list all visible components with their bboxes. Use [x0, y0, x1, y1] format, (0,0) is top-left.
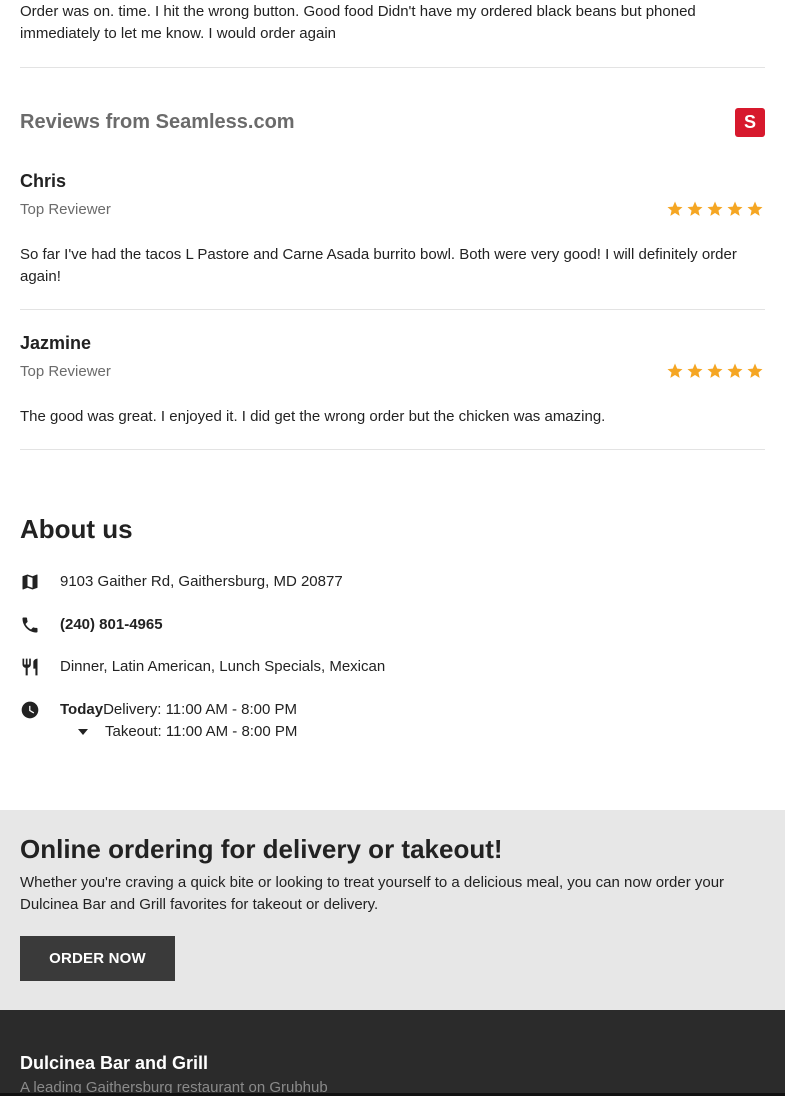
order-description: Whether you're craving a quick bite or l… [20, 874, 725, 913]
divider [20, 449, 765, 450]
previous-review: Order was on. time. I hit the wrong butt… [20, 0, 765, 45]
hours-day-label: Today [60, 701, 104, 718]
star-icon [685, 362, 705, 380]
review-text: The good was great. I enjoyed it. I did … [20, 408, 606, 425]
reviewer-name: Jazmine [20, 333, 92, 353]
takeout-hours: Takeout: 11:00 AM - 8:00 PM [105, 723, 298, 740]
order-now-button[interactable]: ORDER NOW [20, 936, 175, 981]
seamless-logo-icon: S [735, 108, 765, 137]
footer-restaurant-name: Dulcinea Bar and Grill [20, 1053, 209, 1073]
star-icon [665, 362, 685, 380]
star-rating [665, 362, 765, 380]
reviewer-badge: Top Reviewer [20, 200, 111, 218]
phone-row: (240) 801-4965 [20, 614, 765, 636]
review-item: Jazmine Top Reviewer The good was great.… [20, 332, 765, 428]
divider [20, 309, 765, 310]
hours-row: Today Delivery: 11:00 AM - 8:00 PM Takeo… [20, 699, 765, 743]
reviewer-badge: Top Reviewer [20, 362, 111, 380]
clock-icon [20, 699, 60, 721]
star-rating [665, 200, 765, 218]
star-icon [725, 362, 745, 380]
map-icon [20, 571, 60, 593]
about-title: About us [20, 514, 133, 544]
review-item: Chris Top Reviewer So far I've had the t… [20, 170, 765, 288]
utensils-icon [20, 656, 60, 678]
order-online-section: Online ordering for delivery or takeout!… [0, 810, 785, 1010]
star-icon [685, 200, 705, 218]
phone-icon [20, 614, 60, 636]
cuisine-row: Dinner, Latin American, Lunch Specials, … [20, 656, 765, 678]
star-icon [705, 362, 725, 380]
order-title: Online ordering for delivery or takeout! [20, 834, 503, 864]
star-icon [665, 200, 685, 218]
star-icon [745, 362, 765, 380]
review-text: Order was on. time. I hit the wrong butt… [20, 3, 696, 42]
star-icon [725, 200, 745, 218]
reviews-source-title: Reviews from Seamless.com [20, 111, 295, 133]
reviews-source-header: Reviews from Seamless.com S [20, 108, 765, 137]
caret-down-icon[interactable] [60, 721, 105, 743]
seamless-logo-letter: S [743, 112, 756, 132]
address-text: 9103 Gaither Rd, Gaithersburg, MD 20877 [60, 573, 343, 590]
address-row: 9103 Gaither Rd, Gaithersburg, MD 20877 [20, 571, 765, 593]
footer: Dulcinea Bar and Grill A leading Gaither… [0, 1010, 785, 1096]
divider [20, 67, 765, 68]
star-icon [705, 200, 725, 218]
reviewer-name: Chris [20, 171, 67, 191]
hours-block: Today Delivery: 11:00 AM - 8:00 PM Takeo… [60, 699, 297, 743]
delivery-hours: Delivery: 11:00 AM - 8:00 PM [103, 701, 298, 718]
star-icon [745, 200, 765, 218]
phone-link[interactable]: (240) 801-4965 [60, 614, 163, 636]
review-text: So far I've had the tacos L Pastore and … [20, 246, 737, 285]
cuisines-text: Dinner, Latin American, Lunch Specials, … [60, 658, 386, 675]
